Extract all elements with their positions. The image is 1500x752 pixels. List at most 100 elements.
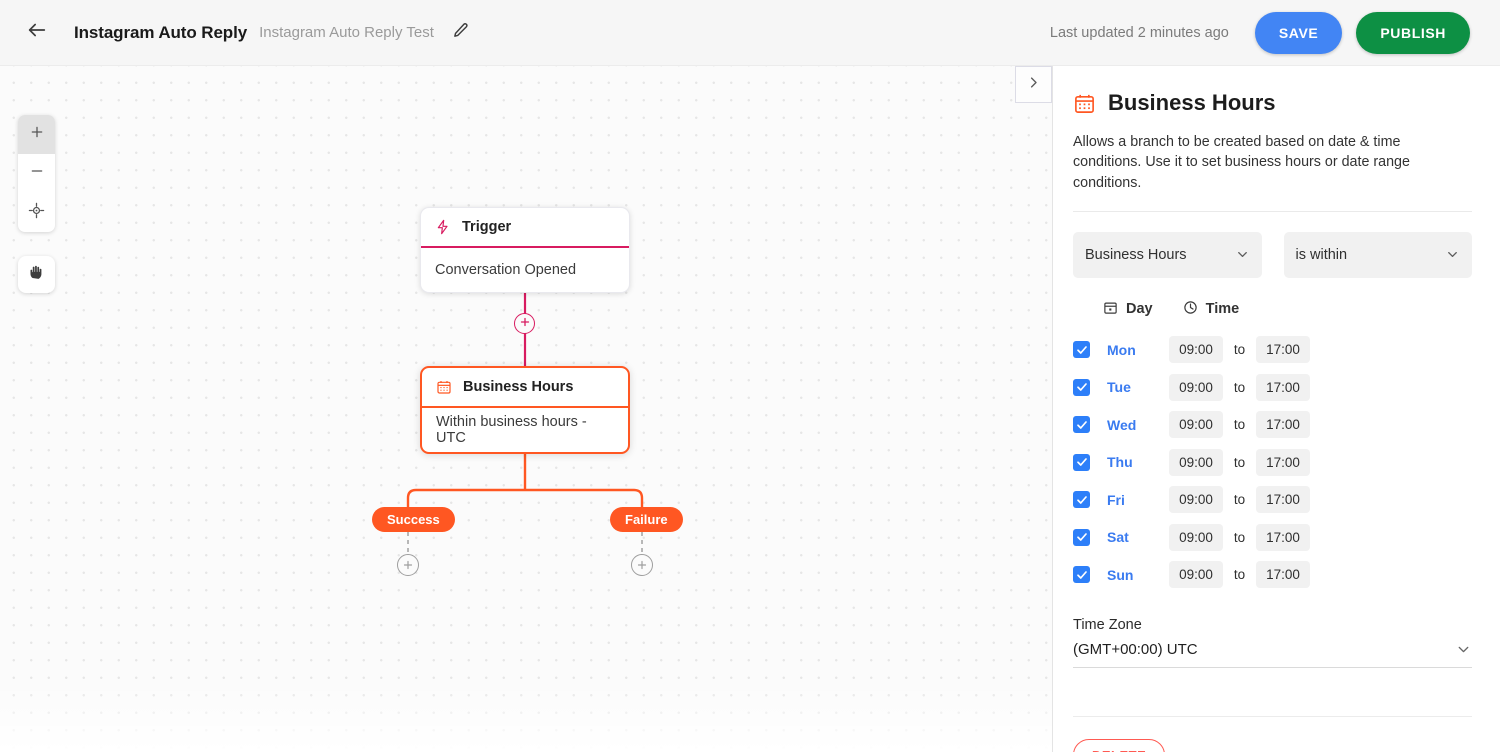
page-title: Instagram Auto Reply [74, 22, 248, 42]
chevron-down-icon [1235, 247, 1250, 262]
day-from-time[interactable]: 09:00 [1169, 411, 1223, 439]
branch-label-failure[interactable]: Failure [610, 507, 683, 532]
flow-node-business-hours-body: Within business hours - UTC [436, 414, 587, 446]
to-label: to [1233, 529, 1246, 545]
day-to-time[interactable]: 17:00 [1256, 486, 1310, 514]
day-row: Fri 09:00 to 17:00 [1073, 481, 1472, 519]
day-row: Mon 09:00 to 17:00 [1073, 331, 1472, 369]
timezone-select[interactable]: (GMT+00:00) UTC [1073, 641, 1472, 669]
to-label: to [1233, 492, 1246, 508]
day-checkbox-wed[interactable] [1073, 416, 1090, 434]
day-to-time[interactable]: 17:00 [1256, 448, 1310, 476]
top-bar: Instagram Auto Reply Instagram Auto Repl… [0, 0, 1500, 66]
flow-node-business-hours-title: Business Hours [463, 379, 574, 395]
day-checkbox-tue[interactable] [1073, 378, 1090, 396]
tab-time[interactable]: Time [1183, 300, 1240, 319]
to-label: to [1233, 454, 1246, 470]
chevron-down-icon [1445, 247, 1460, 262]
add-node-failure-button[interactable] [631, 554, 653, 576]
zoom-out-button[interactable] [18, 154, 55, 193]
back-button[interactable] [22, 18, 52, 48]
flow-node-business-hours[interactable]: Business Hours Within business hours - U… [420, 366, 630, 454]
branch-label-success[interactable]: Success [372, 507, 455, 532]
plus-icon [29, 124, 45, 145]
flow-node-trigger[interactable]: Trigger Conversation Opened [420, 207, 630, 293]
day-from-time[interactable]: 09:00 [1169, 373, 1223, 401]
day-to-time[interactable]: 17:00 [1256, 336, 1310, 364]
day-label: Sat [1107, 529, 1129, 546]
flow-node-trigger-title: Trigger [462, 219, 512, 235]
timezone-label: Time Zone [1073, 617, 1142, 634]
operator-value: is within [1295, 246, 1348, 263]
day-row: Thu 09:00 to 17:00 [1073, 443, 1472, 481]
calendar-icon [1073, 92, 1096, 115]
flow-node-trigger-body: Conversation Opened [435, 262, 577, 278]
add-step-button[interactable] [514, 313, 535, 334]
day-checkbox-thu[interactable] [1073, 453, 1090, 471]
day-checkbox-mon[interactable] [1073, 341, 1090, 359]
to-label: to [1233, 567, 1246, 583]
panel-divider [1073, 210, 1472, 212]
zoom-in-button[interactable] [18, 115, 55, 154]
calendar-icon [1103, 300, 1118, 319]
flow-canvas[interactable]: Trigger Conversation Opened Business Hou… [0, 66, 1052, 752]
day-to-time[interactable]: 17:00 [1256, 523, 1310, 551]
day-label: Fri [1107, 491, 1125, 508]
day-time-tabs: Day Time [1073, 300, 1472, 319]
tab-time-label: Time [1205, 301, 1240, 318]
day-to-time[interactable]: 17:00 [1256, 373, 1310, 401]
tab-day-label: Day [1126, 301, 1153, 318]
operator-select[interactable]: is within [1283, 231, 1472, 278]
to-label: to [1233, 417, 1246, 433]
condition-type-select[interactable]: Business Hours [1073, 231, 1262, 278]
day-checkbox-sun[interactable] [1073, 566, 1090, 584]
day-from-time[interactable]: 09:00 [1169, 561, 1223, 589]
clock-icon [1183, 300, 1198, 319]
panel-header: Business Hours [1073, 90, 1472, 116]
to-label: to [1233, 342, 1246, 358]
last-updated-text: Last updated 2 minutes ago [1049, 24, 1229, 41]
properties-panel: Business Hours Allows a branch to be cre… [1052, 66, 1500, 752]
day-row: Wed 09:00 to 17:00 [1073, 406, 1472, 444]
day-checkbox-fri[interactable] [1073, 491, 1090, 509]
day-row: Sat 09:00 to 17:00 [1073, 518, 1472, 556]
day-to-time[interactable]: 17:00 [1256, 561, 1310, 589]
timezone-value: (GMT+00:00) UTC [1073, 641, 1198, 659]
zoom-controls [18, 115, 55, 232]
day-checkbox-sat[interactable] [1073, 528, 1090, 546]
recenter-button[interactable] [18, 193, 55, 232]
publish-button[interactable]: PUBLISH [1356, 11, 1470, 54]
day-label: Tue [1107, 379, 1131, 396]
day-from-time[interactable]: 09:00 [1169, 523, 1223, 551]
pan-tool-button[interactable] [18, 256, 55, 293]
day-label: Mon [1107, 341, 1136, 358]
save-button[interactable]: SAVE [1254, 11, 1343, 54]
day-label: Wed [1107, 416, 1137, 433]
day-from-time[interactable]: 09:00 [1169, 486, 1223, 514]
flow-node-trigger-header: Trigger [421, 208, 629, 248]
flow-graph: Trigger Conversation Opened Business Hou… [0, 66, 1052, 752]
edit-name-button[interactable] [450, 22, 472, 44]
panel-footer-divider [1073, 716, 1472, 718]
pencil-icon [452, 22, 469, 44]
delete-button[interactable]: DELETE [1073, 739, 1166, 752]
tab-day[interactable]: Day [1103, 300, 1153, 319]
hand-icon [27, 263, 46, 287]
day-from-time[interactable]: 09:00 [1169, 448, 1223, 476]
arrow-left-icon [26, 19, 48, 46]
to-label: to [1233, 379, 1246, 395]
day-from-time[interactable]: 09:00 [1169, 336, 1223, 364]
day-row: Sun 09:00 to 17:00 [1073, 556, 1472, 594]
day-row: Tue 09:00 to 17:00 [1073, 368, 1472, 406]
day-to-time[interactable]: 17:00 [1256, 411, 1310, 439]
add-node-success-button[interactable] [397, 554, 419, 576]
calendar-icon [436, 379, 452, 395]
app-root: Instagram Auto Reply Instagram Auto Repl… [0, 0, 1500, 752]
plus-circle-icon [519, 315, 531, 333]
panel-description: Allows a branch to be created based on d… [1073, 134, 1410, 191]
collapse-panel-button[interactable] [1015, 66, 1052, 103]
minus-icon [29, 163, 45, 184]
panel-title: Business Hours [1108, 90, 1276, 115]
day-label: Sun [1107, 566, 1134, 583]
business-hours-days-list: Mon 09:00 to 17:00 Tue 09:00 to 17:00 Wed 09:00 to… [1073, 331, 1472, 594]
